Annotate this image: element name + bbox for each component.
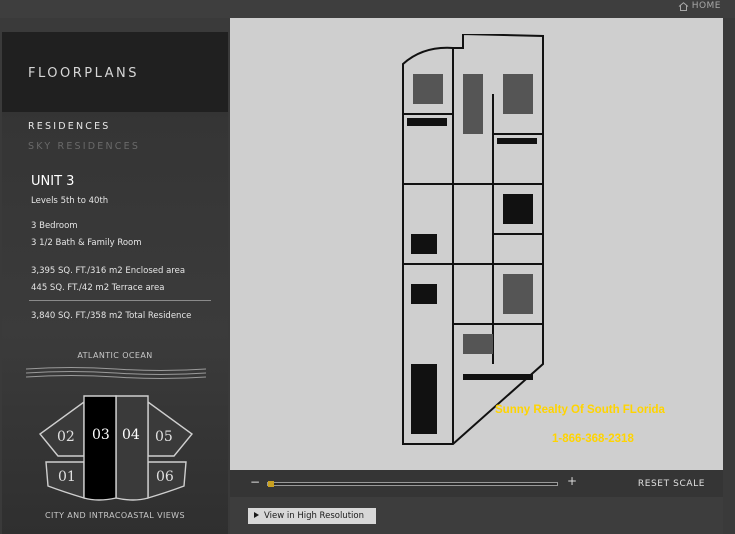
zoom-in-button[interactable]: + xyxy=(567,474,577,488)
sidebar: FLOORPLANS RESIDENCES SKY RESIDENCES UNI… xyxy=(2,32,228,534)
unit-terrace-area: 445 SQ. FT./42 m2 Terrace area xyxy=(31,283,165,293)
unit-bedrooms: 3 Bedroom xyxy=(31,221,78,231)
unit-total-area: 3,840 SQ. FT./358 m2 Total Residence xyxy=(31,311,192,321)
zoom-slider-handle[interactable] xyxy=(268,481,274,487)
zoom-out-button[interactable]: − xyxy=(250,475,260,489)
keyplan-unit-label[interactable]: 02 xyxy=(57,429,75,445)
keyplan-top-label: ATLANTIC OCEAN xyxy=(77,351,153,360)
high-resolution-label: View in High Resolution xyxy=(264,511,364,521)
keyplan-bottom-label: CITY AND INTRACOASTAL VIEWS xyxy=(45,511,185,520)
right-edge-strip xyxy=(723,18,735,534)
play-arrow-icon xyxy=(254,511,259,521)
ocean-waves-icon xyxy=(25,365,207,384)
unit-baths: 3 1/2 Bath & Family Room xyxy=(31,238,142,248)
unit-levels: Levels 5th to 40th xyxy=(31,196,109,206)
zoom-toolbar: − + RESET SCALE xyxy=(230,470,723,497)
bottom-bar: View in High Resolution xyxy=(230,497,723,534)
top-bar: HOME xyxy=(0,0,735,18)
house-icon xyxy=(678,1,689,11)
unit-name: UNIT 3 xyxy=(31,174,75,189)
zoom-slider-track[interactable] xyxy=(267,482,558,486)
keyplan-unit-label[interactable]: 01 xyxy=(58,469,76,485)
keyplan-unit-label[interactable]: 05 xyxy=(155,429,173,445)
keyplan-labels: 02 03 04 05 01 06 xyxy=(36,394,196,508)
home-label: HOME xyxy=(691,1,721,11)
phone-overlay-text: 1-866-368-2318 xyxy=(552,433,634,445)
floorplan-viewer[interactable]: Sunny Realty Of South FLorida 1-866-368-… xyxy=(230,18,723,470)
keyplan-unit-label[interactable]: 06 xyxy=(156,469,174,485)
floorplan-drawing xyxy=(393,32,563,458)
page-title: FLOORPLANS xyxy=(28,66,140,81)
nav-sky-residences[interactable]: SKY RESIDENCES xyxy=(28,141,140,152)
keyplan-unit-label[interactable]: 03 xyxy=(92,427,110,443)
nav-residences[interactable]: RESIDENCES xyxy=(28,121,111,132)
divider xyxy=(29,300,211,301)
view-high-resolution-button[interactable]: View in High Resolution xyxy=(248,508,376,524)
keyplan-unit-label[interactable]: 04 xyxy=(122,427,140,443)
home-link[interactable]: HOME xyxy=(678,0,721,12)
unit-enclosed-area: 3,395 SQ. FT./316 m2 Enclosed area xyxy=(31,266,186,276)
realty-overlay-text: Sunny Realty Of South FLorida xyxy=(495,404,665,416)
reset-scale-button[interactable]: RESET SCALE xyxy=(638,479,705,489)
